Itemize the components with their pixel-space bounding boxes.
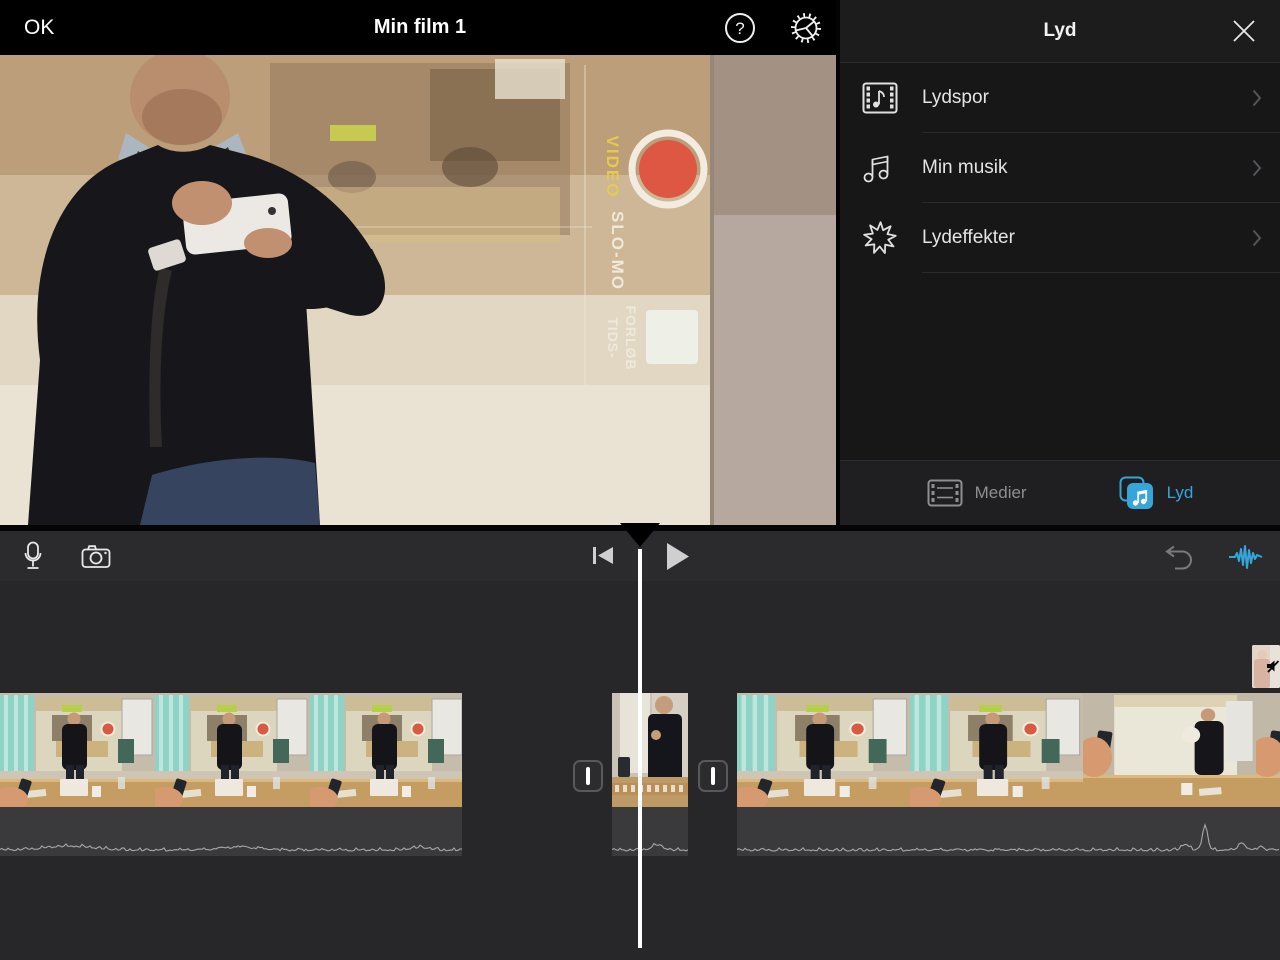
clip-audio-waveform	[737, 807, 1280, 856]
skip-to-start-icon	[592, 546, 614, 565]
chevron-right-icon	[1252, 229, 1262, 247]
undo-icon	[1163, 543, 1193, 570]
project-settings-button[interactable]	[787, 9, 825, 47]
record-voiceover-button[interactable]	[18, 539, 48, 573]
tab-audio-label: Lyd	[1167, 483, 1194, 503]
playhead[interactable]	[638, 549, 642, 948]
clip-thumbnails	[0, 693, 462, 807]
close-icon	[1232, 19, 1256, 43]
playhead-notch	[620, 523, 660, 547]
muted-speaker-icon	[1266, 659, 1280, 673]
camera-mode-timelapse-label-1: TIDS-	[605, 317, 621, 359]
svg-text:?: ?	[735, 19, 744, 38]
camera-button[interactable]	[80, 543, 112, 570]
panel-row-my-music[interactable]: Min musik	[840, 133, 1280, 203]
panel-row-label: Min musik	[922, 157, 1008, 179]
video-clip-2[interactable]	[612, 693, 688, 856]
audio-waveform-icon	[1229, 543, 1263, 571]
panel-row-label: Lydeffekter	[922, 227, 1015, 249]
music-note-icon	[1119, 476, 1155, 510]
audio-panel-header: Lyd	[840, 0, 1280, 63]
top-bar: OK Min film 1 ?	[0, 0, 840, 55]
preview-frame: VIDEO SLO-MO TIDS- FORLØB	[0, 55, 838, 525]
tab-media-label: Medier	[975, 483, 1027, 503]
play-button[interactable]	[664, 542, 690, 571]
undo-button[interactable]	[1162, 542, 1194, 570]
camera-mode-video-label: VIDEO	[603, 136, 622, 199]
panel-row-label: Lydspor	[922, 87, 989, 109]
chevron-right-icon	[1252, 159, 1262, 177]
clip-thumbnails	[737, 693, 1280, 807]
help-icon: ?	[723, 11, 757, 45]
clip-audio-waveform	[612, 807, 688, 856]
transition-bar	[711, 767, 715, 785]
starburst-icon	[862, 220, 906, 256]
transition-bar	[586, 767, 590, 785]
close-panel-button[interactable]	[1230, 17, 1258, 45]
camera-icon	[81, 544, 111, 569]
play-icon	[665, 542, 690, 571]
clip-thumbnails	[612, 693, 688, 807]
filmstrip-icon	[927, 478, 963, 508]
chevron-right-icon	[1252, 89, 1262, 107]
microphone-icon	[21, 540, 45, 572]
tab-media[interactable]: Medier	[927, 478, 1027, 508]
tab-audio[interactable]: Lyd	[1119, 476, 1194, 510]
panel-row-sound-effects[interactable]: Lydeffekter	[840, 203, 1280, 273]
audio-waveform-toggle-button[interactable]	[1228, 542, 1264, 571]
help-button[interactable]: ?	[721, 9, 759, 47]
filmstrip-note-icon	[862, 82, 906, 114]
skip-to-start-button[interactable]	[592, 546, 614, 565]
video-clip-1[interactable]	[0, 693, 462, 856]
panel-row-soundtracks[interactable]: Lydspor	[840, 63, 1280, 133]
music-note-icon	[862, 152, 906, 184]
audio-panel: Lyd Lydspor	[840, 0, 1280, 525]
panel-title: Lyd	[840, 0, 1280, 62]
gear-icon	[787, 9, 825, 47]
clip-audio-waveform	[0, 807, 462, 856]
panel-tab-bar: Medier Lyd	[840, 460, 1280, 525]
camera-mode-slomo-label: SLO-MO	[608, 211, 627, 291]
video-preview[interactable]: VIDEO SLO-MO TIDS- FORLØB	[0, 55, 838, 525]
project-title: Min film 1	[0, 0, 840, 55]
transition-button-1[interactable]	[573, 760, 603, 792]
transition-button-2[interactable]	[698, 760, 728, 792]
detached-overlay-clip[interactable]	[1252, 645, 1280, 688]
camera-mode-timelapse-label-2: FORLØB	[623, 305, 639, 370]
video-clip-3[interactable]	[737, 693, 1280, 856]
